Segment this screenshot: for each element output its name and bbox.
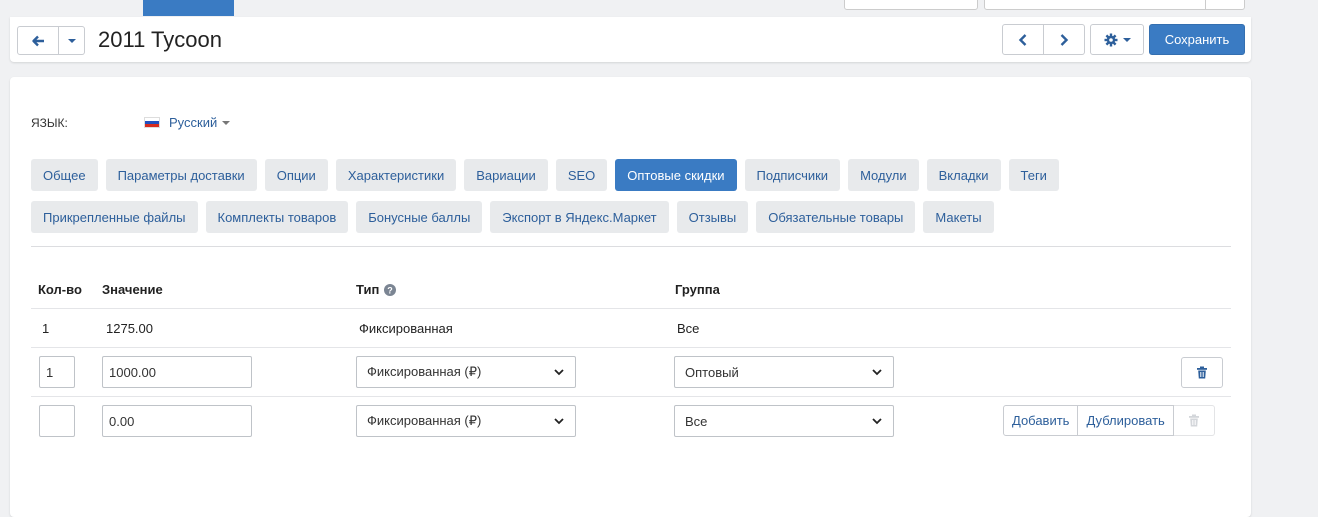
tab-11[interactable]: Теги: [1008, 159, 1059, 191]
trash-icon: [1188, 414, 1199, 427]
row-divider: [31, 347, 1231, 348]
tabs-row-2: Прикрепленные файлы Комплекты товаров Бону…: [31, 201, 1002, 233]
qty-input[interactable]: 1: [39, 356, 75, 388]
chevron-down-icon: [554, 369, 564, 376]
main-panel: ЯЗЫК: Русский Общее Параметры доставки Опц…: [10, 77, 1251, 517]
divider: [31, 246, 1231, 247]
duplicate-button[interactable]: Дублировать: [1078, 405, 1174, 436]
delete-button-disabled: [1173, 405, 1215, 436]
language-select[interactable]: Русский: [144, 115, 231, 130]
tab-3[interactable]: Опции: [264, 159, 328, 191]
chevron-left-icon: [1018, 33, 1027, 46]
caret-down-icon: [1122, 37, 1131, 42]
tab-7[interactable]: Оптовые скидки: [615, 159, 737, 191]
chevron-down-icon: [872, 369, 882, 376]
column-header-group: Группа: [675, 282, 720, 297]
delete-button[interactable]: [1181, 357, 1223, 388]
save-button[interactable]: Сохранить: [1149, 24, 1245, 55]
tab-5[interactable]: Вариации: [464, 159, 548, 191]
add-button[interactable]: Добавить: [1003, 405, 1079, 436]
caret-down-icon: [67, 38, 76, 43]
tab-5[interactable]: Отзывы: [676, 201, 749, 233]
row-divider: [31, 396, 1231, 397]
tabs-row-1: Общее Параметры доставки Опции Характеристи…: [31, 159, 1067, 191]
new-type-select[interactable]: Фиксированная (₽): [356, 405, 576, 437]
tab-10[interactable]: Вкладки: [926, 159, 1001, 191]
type-select[interactable]: Фиксированная (₽): [356, 356, 576, 388]
back-dropdown-button[interactable]: [59, 26, 85, 55]
back-button-group: [17, 26, 85, 55]
column-header-type: Тип ?: [356, 282, 397, 297]
top-search-group[interactable]: [984, 0, 1245, 10]
value-input[interactable]: 1000.00: [102, 356, 252, 388]
static-value: 1275.00: [106, 321, 153, 336]
new-value-input[interactable]: 0.00: [102, 405, 252, 437]
top-strip: [0, 0, 1318, 16]
new-type-select-value: Фиксированная (₽): [367, 413, 482, 428]
tab-2[interactable]: Комплекты товаров: [205, 201, 349, 233]
next-button[interactable]: [1044, 24, 1085, 55]
prev-next-group: [1002, 24, 1085, 55]
tab-4[interactable]: Экспорт в Яндекс.Маркет: [490, 201, 669, 233]
column-header-qty: Кол-во: [38, 282, 82, 297]
new-group-select[interactable]: Все: [674, 405, 894, 437]
tab-7[interactable]: Макеты: [923, 201, 994, 233]
language-selected: Русский: [169, 115, 218, 130]
static-type: Фиксированная: [359, 321, 453, 336]
language-label: ЯЗЫК:: [31, 116, 68, 130]
settings-dropdown-button[interactable]: [1090, 24, 1144, 55]
caret-down-icon: [222, 120, 231, 125]
tab-2[interactable]: Параметры доставки: [105, 159, 257, 191]
trash-icon: [1197, 366, 1207, 379]
row-divider: [31, 308, 1231, 309]
top-toolbar-button[interactable]: [844, 0, 978, 10]
help-icon[interactable]: ?: [384, 283, 397, 296]
type-select-value: Фиксированная (₽): [367, 364, 482, 379]
tab-3[interactable]: Бонусные баллы: [356, 201, 483, 233]
group-select-value: Оптовый: [685, 364, 739, 380]
tab-6[interactable]: SEO: [555, 159, 608, 191]
new-group-select-value: Все: [685, 413, 708, 429]
back-button[interactable]: [17, 26, 59, 55]
chevron-right-icon: [1060, 33, 1069, 46]
gear-icon: [1104, 33, 1117, 46]
top-active-tab[interactable]: [143, 0, 234, 16]
group-select[interactable]: Оптовый: [674, 356, 894, 388]
tab-6[interactable]: Обязательные товары: [756, 201, 916, 233]
chevron-down-icon: [872, 418, 882, 425]
chevron-down-icon: [554, 418, 564, 425]
page-title: 2011 Tycoon: [98, 27, 222, 52]
tab-1[interactable]: Прикрепленные файлы: [31, 201, 198, 233]
new-qty-input[interactable]: [39, 405, 75, 437]
tab-9[interactable]: Модули: [848, 159, 919, 191]
svg-text:?: ?: [388, 285, 394, 295]
prev-button[interactable]: [1002, 24, 1044, 55]
column-header-type-label: Тип: [356, 282, 380, 297]
tab-4[interactable]: Характеристики: [335, 159, 457, 191]
static-qty: 1: [42, 321, 50, 336]
column-header-value: Значение: [102, 282, 163, 297]
title-bar: 2011 Tycoon Сохранить: [10, 17, 1251, 62]
static-group: Все: [677, 321, 700, 336]
arrow-left-icon: [32, 35, 44, 46]
russia-flag-icon: [144, 117, 160, 128]
tab-1[interactable]: Общее: [31, 159, 98, 191]
row-actions: Добавить Дублировать: [1003, 405, 1215, 436]
tab-8[interactable]: Подписчики: [744, 159, 841, 191]
